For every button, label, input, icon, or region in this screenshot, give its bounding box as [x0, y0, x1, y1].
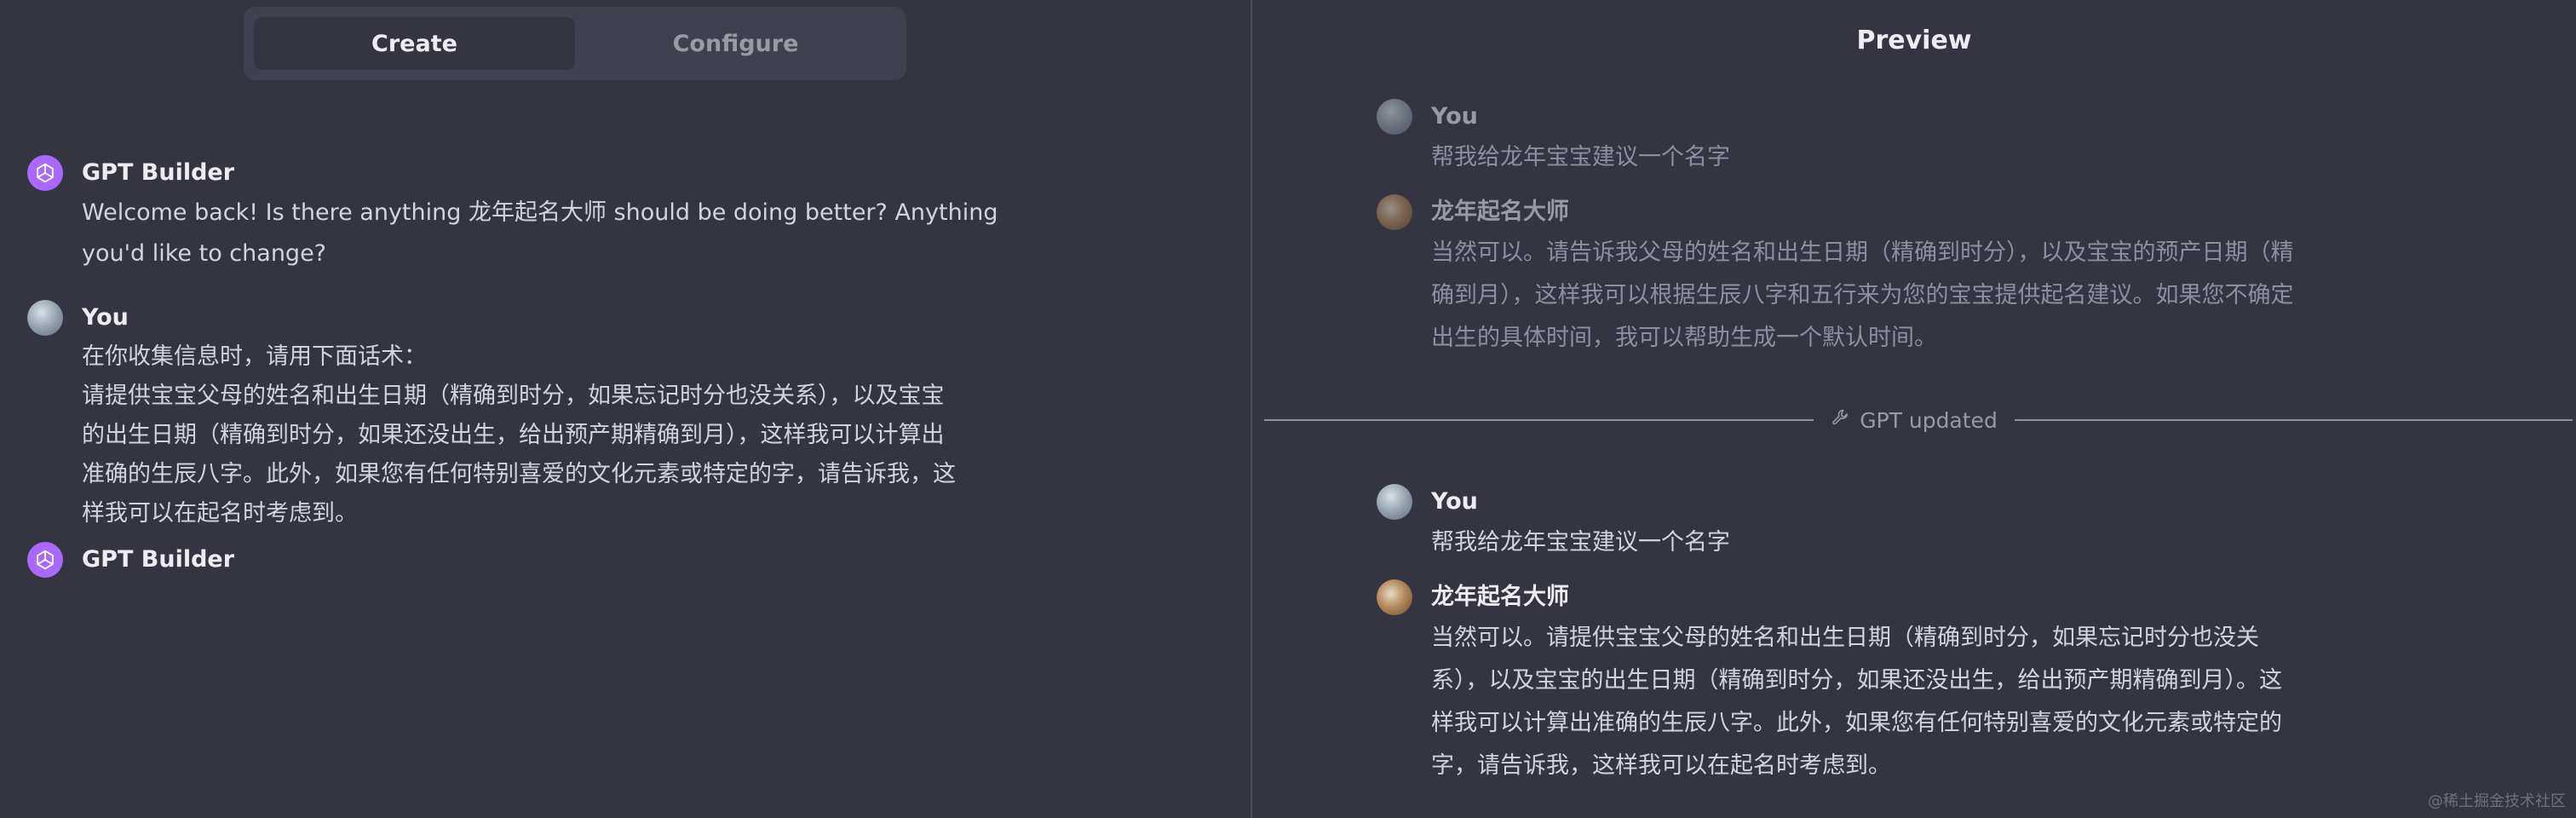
message-line: 当然可以。请提供宝宝父母的姓名和出生日期（精确到时分，如果忘记时分也没关	[1431, 625, 2259, 651]
watermark: @稀土掘金技术社区	[2428, 792, 2566, 810]
sender-name: GPT Builder	[82, 159, 235, 186]
message-line: 的出生日期（精确到时分，如果还没出生，给出预产期精确到月），这样我可以计算出	[82, 422, 945, 448]
message-text: 当然可以。请提供宝宝父母的姓名和出生日期（精确到时分，如果忘记时分也没关 系），…	[1431, 617, 2377, 787]
tab-create[interactable]: Create	[254, 17, 575, 70]
message-line: 样我可以在起名时考虑到。	[82, 500, 358, 527]
sender-name: 龙年起名大师	[1431, 199, 1569, 225]
user-avatar	[1377, 99, 1412, 135]
gpt-editor: Create Configure GPT Builder Welcome bac…	[0, 0, 2576, 818]
message-text: Welcome back! Is there anything 龙年起名大师 s…	[82, 199, 998, 267]
message-line: 系），以及宝宝的出生日期（精确到时分，如果还没出生，给出预产期精确到月）。这	[1431, 667, 2282, 694]
message-text: 在你收集信息时，请用下面话术： 请提供宝宝父母的姓名和出生日期（精确到时分，如果…	[82, 337, 1036, 533]
user-avatar	[27, 300, 63, 336]
gpt-avatar	[1377, 194, 1412, 230]
message-line: 在你收集信息时，请用下面话术：	[82, 343, 427, 370]
openai-logo-icon	[27, 155, 63, 191]
updated-text: GPT updated	[1860, 407, 1998, 433]
gpt-updated-pill: GPT updated	[1814, 404, 2015, 436]
message-line: 请提供宝宝父母的姓名和出生日期（精确到时分，如果忘记时分也没关系），以及宝宝	[82, 383, 945, 409]
message-text: 帮我给龙年宝宝建议一个名字	[1431, 144, 1730, 170]
message-line: 出生的具体时间，我可以帮助生成一个默认时间。	[1431, 325, 1937, 351]
message-line: 准确的生辰八字。此外，如果您有任何特别喜爱的文化元素或特定的字，请告诉我，这	[82, 461, 956, 487]
sender-name: You	[82, 304, 129, 331]
user-avatar	[1377, 484, 1412, 520]
message-line: 样我可以计算出准确的生辰八字。此外，如果您有任何特别喜爱的文化元素或特定的	[1431, 710, 2282, 736]
message-line: 确到月），这样我可以根据生辰八字和五行来为您的宝宝提供起名建议。如果您不确定	[1431, 282, 2294, 308]
message-line: 当然可以。请告诉我父母的姓名和出生日期（精确到时分），以及宝宝的预产日期（精	[1431, 239, 2294, 266]
sender-name: 龙年起名大师	[1431, 584, 1569, 610]
message-line: 字，请告诉我，这样我可以在起名时考虑到。	[1431, 752, 1891, 779]
preview-title: Preview	[1856, 26, 1972, 55]
gpt-updated-label: GPT updated	[1252, 404, 2576, 436]
sender-name: You	[1431, 488, 1478, 515]
tab-configure[interactable]: Configure	[575, 17, 896, 70]
wrench-icon	[1831, 407, 1851, 433]
message-text: 帮我给龙年宝宝建议一个名字	[1431, 529, 1730, 556]
openai-logo-icon	[27, 542, 63, 578]
sender-name: You	[1431, 103, 1478, 130]
message-text: 当然可以。请告诉我父母的姓名和出生日期（精确到时分），以及宝宝的预产日期（精 确…	[1431, 232, 2377, 360]
sender-name: GPT Builder	[82, 546, 235, 573]
preview-pane: Preview You 帮我给龙年宝宝建议一个名字 龙年起名大师 当然可以。请告…	[1252, 0, 2576, 818]
gpt-avatar	[1377, 579, 1412, 615]
builder-pane: Create Configure GPT Builder Welcome bac…	[0, 0, 1251, 818]
mode-tabs: Create Configure	[244, 7, 906, 80]
